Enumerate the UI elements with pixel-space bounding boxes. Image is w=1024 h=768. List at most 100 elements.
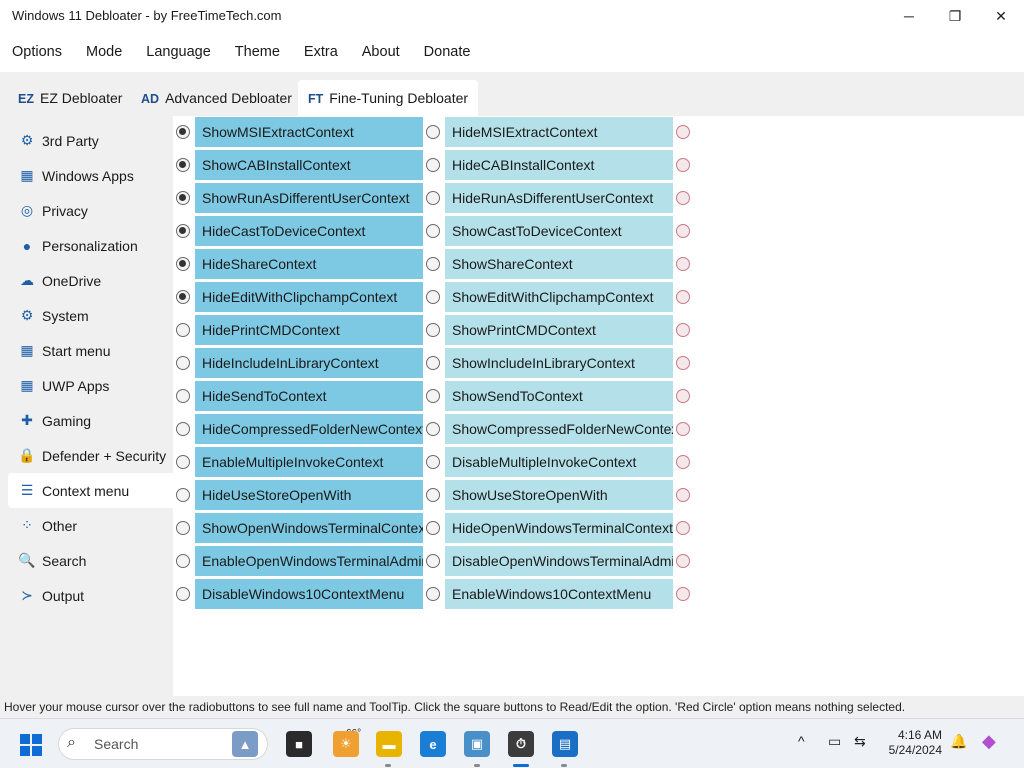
sidebar-item-uwp-apps[interactable]: ▦ UWP Apps bbox=[8, 368, 173, 403]
option-right-button[interactable]: HideRunAsDifferentUserContext bbox=[445, 183, 673, 213]
radio-right[interactable] bbox=[426, 290, 440, 304]
radio-right[interactable] bbox=[426, 224, 440, 238]
chevron-up-icon[interactable]: ^ bbox=[798, 733, 805, 749]
start-button[interactable] bbox=[20, 734, 42, 756]
radio-left[interactable] bbox=[176, 323, 190, 337]
option-right-button[interactable]: DisableOpenWindowsTerminalAdminContext bbox=[445, 546, 673, 576]
radio-right[interactable] bbox=[426, 257, 440, 271]
task-view-icon[interactable]: ■ bbox=[286, 731, 312, 757]
sidebar-item-start-menu[interactable]: ▦ Start menu bbox=[8, 333, 173, 368]
option-left-button[interactable]: HideSendToContext bbox=[195, 381, 423, 411]
radio-none-red-circle[interactable] bbox=[676, 554, 690, 568]
notification-bell-icon[interactable]: 🔔 bbox=[950, 733, 967, 750]
option-right-button[interactable]: EnableWindows10ContextMenu bbox=[445, 579, 673, 609]
option-right-button[interactable]: ShowIncludeInLibraryContext bbox=[445, 348, 673, 378]
radio-left[interactable] bbox=[176, 257, 190, 271]
option-right-button[interactable]: ShowShareContext bbox=[445, 249, 673, 279]
sidebar-item-output[interactable]: ≻ Output bbox=[8, 578, 173, 613]
radio-none-red-circle[interactable] bbox=[676, 356, 690, 370]
radio-left[interactable] bbox=[176, 587, 190, 601]
display-icon[interactable]: ▭ bbox=[828, 733, 841, 750]
radio-right[interactable] bbox=[426, 191, 440, 205]
radio-none-red-circle[interactable] bbox=[676, 257, 690, 271]
radio-left[interactable] bbox=[176, 158, 190, 172]
option-left-button[interactable]: ShowMSIExtractContext bbox=[195, 117, 423, 147]
minimize-button[interactable]: ─ bbox=[886, 0, 932, 32]
sidebar-item-gaming[interactable]: ✚ Gaming bbox=[8, 403, 173, 438]
option-left-button[interactable]: DisableWindows10ContextMenu bbox=[195, 579, 423, 609]
radio-right[interactable] bbox=[426, 356, 440, 370]
sidebar-item-system[interactable]: ⚙ System bbox=[8, 298, 173, 333]
menu-about[interactable]: About bbox=[362, 36, 400, 68]
radio-none-red-circle[interactable] bbox=[676, 158, 690, 172]
radio-none-red-circle[interactable] bbox=[676, 191, 690, 205]
option-right-button[interactable]: ShowPrintCMDContext bbox=[445, 315, 673, 345]
radio-left[interactable] bbox=[176, 554, 190, 568]
radio-left[interactable] bbox=[176, 125, 190, 139]
menu-extra[interactable]: Extra bbox=[304, 36, 338, 68]
option-right-button[interactable]: HideMSIExtractContext bbox=[445, 117, 673, 147]
radio-left[interactable] bbox=[176, 290, 190, 304]
option-right-button[interactable]: ShowCastToDeviceContext bbox=[445, 216, 673, 246]
radio-left[interactable] bbox=[176, 356, 190, 370]
stopwatch-icon[interactable]: ⏱ bbox=[508, 731, 534, 757]
menu-donate[interactable]: Donate bbox=[424, 36, 471, 68]
sidebar-item-3rd-party[interactable]: ⚙ 3rd Party bbox=[8, 123, 173, 158]
radio-none-red-circle[interactable] bbox=[676, 587, 690, 601]
file-explorer-icon[interactable]: ▬ bbox=[376, 731, 402, 757]
clock[interactable]: 4:16 AM 5/24/2024 bbox=[880, 728, 942, 758]
radio-right[interactable] bbox=[426, 521, 440, 535]
radio-right[interactable] bbox=[426, 455, 440, 469]
radio-right[interactable] bbox=[426, 488, 440, 502]
radio-left[interactable] bbox=[176, 455, 190, 469]
option-right-button[interactable]: DisableMultipleInvokeContext bbox=[445, 447, 673, 477]
option-left-button[interactable]: HideIncludeInLibraryContext bbox=[195, 348, 423, 378]
option-right-button[interactable]: ShowCompressedFolderNewContext bbox=[445, 414, 673, 444]
radio-right[interactable] bbox=[426, 587, 440, 601]
menu-mode[interactable]: Mode bbox=[86, 36, 122, 68]
option-left-button[interactable]: HidePrintCMDContext bbox=[195, 315, 423, 345]
radio-right[interactable] bbox=[426, 158, 440, 172]
option-left-button[interactable]: ShowRunAsDifferentUserContext bbox=[195, 183, 423, 213]
radio-left[interactable] bbox=[176, 488, 190, 502]
radio-none-red-circle[interactable] bbox=[676, 422, 690, 436]
radio-right[interactable] bbox=[426, 422, 440, 436]
close-button[interactable]: ✕ bbox=[978, 0, 1024, 32]
option-left-button[interactable]: HideCompressedFolderNewContext bbox=[195, 414, 423, 444]
sidebar-item-privacy[interactable]: ◎ Privacy bbox=[8, 193, 173, 228]
option-left-button[interactable]: HideCastToDeviceContext bbox=[195, 216, 423, 246]
tab-fine-tuning-debloater[interactable]: FT Fine-Tuning Debloater bbox=[298, 80, 479, 116]
option-right-button[interactable]: HideOpenWindowsTerminalContext bbox=[445, 513, 673, 543]
tab-ez-debloater[interactable]: EZ EZ Debloater bbox=[8, 80, 132, 116]
landscape-widget-icon[interactable]: ▲ bbox=[232, 731, 258, 757]
radio-none-red-circle[interactable] bbox=[676, 455, 690, 469]
radio-right[interactable] bbox=[426, 125, 440, 139]
option-left-button[interactable]: ShowCABInstallContext bbox=[195, 150, 423, 180]
option-left-button[interactable]: HideShareContext bbox=[195, 249, 423, 279]
radio-none-red-circle[interactable] bbox=[676, 224, 690, 238]
control-panel-icon[interactable]: ▣ bbox=[464, 731, 490, 757]
network-icon[interactable]: ⇆ bbox=[854, 733, 866, 750]
menu-language[interactable]: Language bbox=[146, 36, 211, 68]
radio-left[interactable] bbox=[176, 224, 190, 238]
menu-options[interactable]: Options bbox=[12, 36, 62, 68]
sidebar-item-defender-security[interactable]: 🔒 Defender + Security bbox=[8, 438, 173, 473]
menu-theme[interactable]: Theme bbox=[235, 36, 280, 68]
radio-none-red-circle[interactable] bbox=[676, 488, 690, 502]
option-right-button[interactable]: ShowUseStoreOpenWith bbox=[445, 480, 673, 510]
sidebar-item-personalization[interactable]: ● Personalization bbox=[8, 228, 173, 263]
option-left-button[interactable]: ShowOpenWindowsTerminalContext bbox=[195, 513, 423, 543]
restore-button[interactable]: ❐ bbox=[932, 0, 978, 32]
option-left-button[interactable]: EnableOpenWindowsTerminalAdminContext bbox=[195, 546, 423, 576]
tab-advanced-debloater[interactable]: AD Advanced Debloater bbox=[131, 80, 302, 116]
sidebar-item-other[interactable]: ⁘ Other bbox=[8, 508, 173, 543]
radio-left[interactable] bbox=[176, 422, 190, 436]
option-left-button[interactable]: EnableMultipleInvokeContext bbox=[195, 447, 423, 477]
radio-none-red-circle[interactable] bbox=[676, 521, 690, 535]
option-right-button[interactable]: HideCABInstallContext bbox=[445, 150, 673, 180]
radio-right[interactable] bbox=[426, 323, 440, 337]
radio-none-red-circle[interactable] bbox=[676, 290, 690, 304]
edge-icon[interactable]: e bbox=[420, 731, 446, 757]
sidebar-item-search[interactable]: 🔍 Search bbox=[8, 543, 173, 578]
sidebar-item-context-menu[interactable]: ☰ Context menu bbox=[8, 473, 173, 508]
